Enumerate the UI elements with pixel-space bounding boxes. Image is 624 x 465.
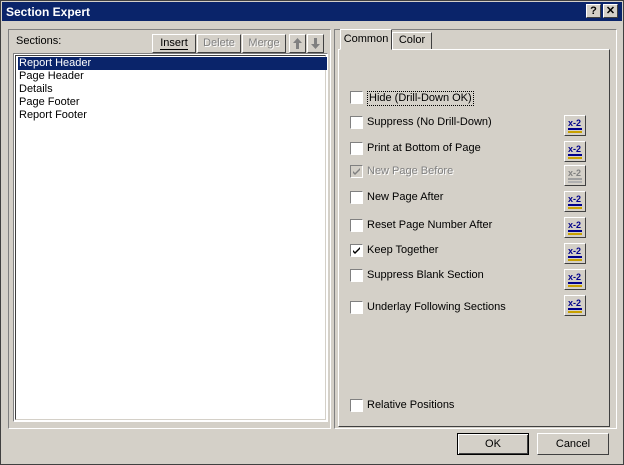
svg-text:x-2: x-2 xyxy=(568,118,581,128)
window-title: Section Expert xyxy=(6,5,91,19)
formula-editor-icon: x-2 xyxy=(568,220,582,235)
close-button[interactable]: ✕ xyxy=(603,4,618,18)
option-label: Suppress (No Drill-Down) xyxy=(367,116,492,128)
option-label: Print at Bottom of Page xyxy=(367,142,481,154)
formula-editor-icon: x-2 xyxy=(568,144,582,159)
delete-button[interactable]: Delete xyxy=(197,34,241,53)
formula-button-reset-page-number[interactable]: x-2 xyxy=(564,217,586,238)
option-label: Keep Together xyxy=(367,244,439,256)
tab-color[interactable]: Color xyxy=(392,32,432,49)
move-up-button[interactable] xyxy=(289,34,306,53)
cancel-button-label: Cancel xyxy=(555,438,591,450)
list-item[interactable]: Page Footer xyxy=(18,96,327,109)
close-icon: ✕ xyxy=(605,5,616,17)
cancel-button[interactable]: Cancel xyxy=(537,433,609,455)
formula-button-underlay[interactable]: x-2 xyxy=(564,295,586,316)
svg-text:x-2: x-2 xyxy=(568,168,581,178)
formula-button-print-at-bottom[interactable]: x-2 xyxy=(564,141,586,162)
list-item-label: Details xyxy=(19,83,53,95)
sections-list[interactable]: Report Header Page Header Details Page F… xyxy=(13,53,328,422)
checkbox[interactable] xyxy=(350,399,363,412)
formula-button-suppress-blank[interactable]: x-2 xyxy=(564,269,586,290)
list-item-label: Page Header xyxy=(19,70,84,82)
checkbox[interactable] xyxy=(350,116,363,129)
formula-button-new-page-after[interactable]: x-2 xyxy=(564,191,586,212)
checkbox[interactable] xyxy=(350,142,363,155)
insert-button[interactable]: Insert xyxy=(152,34,196,53)
tab-common-label: Common xyxy=(343,33,389,45)
svg-text:x-2: x-2 xyxy=(568,246,581,256)
option-label: Suppress Blank Section xyxy=(367,269,484,281)
formula-button-new-page-before[interactable]: x-2 xyxy=(564,165,586,186)
ok-button[interactable]: OK xyxy=(457,433,529,455)
tab-color-label: Color xyxy=(398,34,426,46)
sections-list-inner: Report Header Page Header Details Page F… xyxy=(15,55,327,420)
svg-text:x-2: x-2 xyxy=(568,194,581,204)
move-down-button[interactable] xyxy=(307,34,324,53)
checkbox[interactable] xyxy=(350,165,363,178)
option-label: New Page Before xyxy=(367,165,454,177)
formula-editor-icon: x-2 xyxy=(568,272,582,287)
formula-editor-icon: x-2 xyxy=(568,118,582,133)
formula-editor-icon: x-2 xyxy=(568,246,582,261)
merge-button-label: Merge xyxy=(248,37,280,49)
checkbox[interactable] xyxy=(350,191,363,204)
list-item-label: Report Header xyxy=(19,57,92,69)
formula-button-suppress[interactable]: x-2 xyxy=(564,115,586,136)
checkbox[interactable] xyxy=(350,91,363,104)
option-label: Underlay Following Sections xyxy=(367,301,506,313)
formula-editor-icon: x-2 xyxy=(568,168,582,183)
arrow-down-icon xyxy=(311,38,320,49)
checkmark-icon xyxy=(353,168,360,175)
tab-common[interactable]: Common xyxy=(340,29,392,50)
svg-text:x-2: x-2 xyxy=(568,298,581,308)
ok-button-label: OK xyxy=(485,438,501,450)
checkbox[interactable] xyxy=(350,269,363,282)
sections-label: Sections: xyxy=(16,35,62,47)
delete-button-label: Delete xyxy=(203,37,235,49)
list-item-label: Report Footer xyxy=(19,109,87,121)
list-item[interactable]: Report Footer xyxy=(18,109,327,122)
list-item[interactable]: Report Header xyxy=(18,57,327,70)
svg-text:x-2: x-2 xyxy=(568,144,581,154)
option-label: New Page After xyxy=(367,191,444,203)
option-label: Hide (Drill-Down OK) xyxy=(367,91,474,106)
list-item[interactable]: Details xyxy=(18,83,327,96)
list-item-label: Page Footer xyxy=(19,96,80,108)
svg-text:x-2: x-2 xyxy=(568,220,581,230)
help-icon: ? xyxy=(590,5,597,17)
formula-button-keep-together[interactable]: x-2 xyxy=(564,243,586,264)
merge-button[interactable]: Merge xyxy=(242,34,286,53)
title-bar: Section Expert ? ✕ xyxy=(2,2,622,21)
help-button[interactable]: ? xyxy=(586,4,601,18)
section-expert-window: Section Expert ? ✕ Sections: Insert Dele… xyxy=(0,0,624,465)
insert-button-label: Insert xyxy=(160,37,188,50)
formula-editor-icon: x-2 xyxy=(568,298,582,313)
svg-text:x-2: x-2 xyxy=(568,272,581,282)
option-label: Relative Positions xyxy=(367,399,455,411)
list-item[interactable]: Page Header xyxy=(18,70,327,83)
option-label: Reset Page Number After xyxy=(367,219,493,231)
checkbox[interactable] xyxy=(350,301,363,314)
arrow-up-icon xyxy=(293,38,302,49)
checkbox[interactable] xyxy=(350,244,363,257)
checkmark-icon xyxy=(353,247,360,254)
checkbox[interactable] xyxy=(350,219,363,232)
formula-editor-icon: x-2 xyxy=(568,194,582,209)
